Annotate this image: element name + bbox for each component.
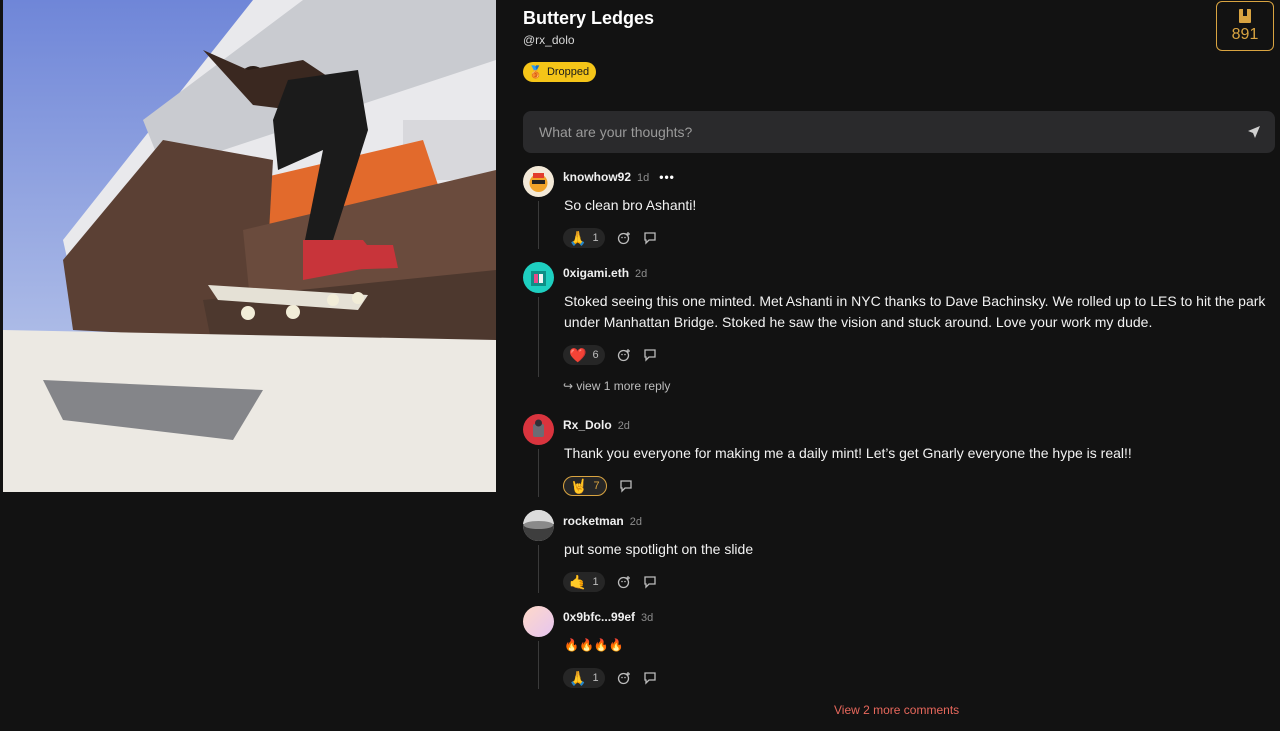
comment-item: knowhow92 1d ••• So clean bro Ashanti! 🙏 1 bbox=[523, 166, 1280, 256]
more-options-icon[interactable]: ••• bbox=[659, 170, 675, 184]
reaction-pill[interactable]: 🤙 1 bbox=[563, 572, 605, 592]
reaction-count: 1 bbox=[592, 672, 599, 684]
thread-line bbox=[538, 449, 539, 497]
post-author-handle[interactable]: @rx_dolo bbox=[523, 33, 575, 47]
comment-text: put some spotlight on the slide bbox=[564, 541, 754, 557]
reaction-pill[interactable]: 🤘 7 bbox=[563, 476, 607, 496]
reply-icon[interactable] bbox=[643, 348, 657, 362]
reaction-emoji: 🤙 bbox=[569, 574, 587, 590]
reaction-emoji: 🙏 bbox=[569, 670, 587, 686]
avatar[interactable] bbox=[523, 166, 554, 197]
reply-icon[interactable] bbox=[643, 231, 657, 245]
post-media-image[interactable] bbox=[3, 0, 496, 492]
add-reaction-icon[interactable] bbox=[617, 575, 631, 589]
comment-header: 0xigami.eth 2d bbox=[563, 266, 647, 280]
thread-line bbox=[538, 545, 539, 593]
comment-username[interactable]: Rx_Dolo bbox=[563, 418, 612, 432]
thread-line bbox=[538, 201, 539, 249]
mint-counter-button[interactable]: 891 bbox=[1216, 1, 1274, 51]
comment-username[interactable]: 0xigami.eth bbox=[563, 266, 629, 280]
comment-actions: 🤙 1 bbox=[563, 572, 657, 592]
reaction-pill[interactable]: 🙏 1 bbox=[563, 228, 605, 248]
comment-text: So clean bro Ashanti! bbox=[564, 197, 697, 213]
comment-text: 🔥🔥🔥🔥 bbox=[564, 638, 624, 652]
comment-header: Rx_Dolo 2d bbox=[563, 418, 630, 432]
comment-text: Thank you everyone for making me a daily… bbox=[564, 445, 1132, 461]
comment-header: 0x9bfc...99ef 3d bbox=[563, 610, 653, 624]
add-reaction-icon[interactable] bbox=[617, 231, 631, 245]
reply-icon[interactable] bbox=[643, 575, 657, 589]
avatar[interactable] bbox=[523, 414, 554, 445]
reaction-pill[interactable]: ❤️ 6 bbox=[563, 345, 605, 365]
comment-username[interactable]: knowhow92 bbox=[563, 170, 631, 184]
thread-line bbox=[538, 297, 539, 377]
skateboarder-photo bbox=[3, 0, 496, 492]
add-reaction-icon[interactable] bbox=[617, 671, 631, 685]
post-title: Buttery Ledges bbox=[523, 8, 655, 28]
comment-time: 3d bbox=[641, 612, 654, 624]
send-icon[interactable] bbox=[1247, 125, 1261, 139]
status-badge: 🥉 Dropped bbox=[523, 62, 597, 82]
comment-composer bbox=[523, 111, 1275, 153]
reaction-emoji: 🤘 bbox=[570, 478, 588, 494]
reaction-count: 6 bbox=[592, 349, 599, 361]
comment-time: 2d bbox=[629, 516, 642, 528]
mint-icon bbox=[1239, 8, 1251, 23]
comment-actions: 🤘 7 bbox=[563, 476, 633, 496]
reaction-emoji: 🙏 bbox=[569, 230, 587, 246]
avatar[interactable] bbox=[523, 262, 554, 293]
comment-time: 2d bbox=[635, 268, 648, 280]
comment-input[interactable] bbox=[537, 123, 1247, 141]
comment-item: rocketman 2d put some spotlight on the sl… bbox=[523, 510, 1280, 600]
reply-icon[interactable] bbox=[619, 479, 633, 493]
view-more-replies-link[interactable]: ↪ view 1 more reply bbox=[563, 379, 670, 393]
comment-item: Rx_Dolo 2d Thank you everyone for making … bbox=[523, 414, 1280, 504]
comment-time: 1d bbox=[637, 172, 650, 184]
comment-time: 2d bbox=[617, 420, 630, 432]
comment-username[interactable]: 0x9bfc...99ef bbox=[563, 610, 635, 624]
thread-line bbox=[538, 641, 539, 689]
reaction-emoji: ❤️ bbox=[569, 347, 587, 363]
add-reaction-icon[interactable] bbox=[617, 348, 631, 362]
reaction-count: 7 bbox=[593, 480, 600, 492]
avatar[interactable] bbox=[523, 510, 554, 541]
reply-icon[interactable] bbox=[643, 671, 657, 685]
status-badge-label: Dropped bbox=[546, 66, 590, 78]
comment-actions: ❤️ 6 bbox=[563, 345, 657, 365]
comment-actions: 🙏 1 bbox=[563, 228, 657, 248]
avatar[interactable] bbox=[523, 606, 554, 637]
comment-header: knowhow92 1d ••• bbox=[563, 170, 675, 184]
comment-text: Stoked seeing this one minted. Met Ashan… bbox=[564, 293, 1266, 330]
comment-header: rocketman 2d bbox=[563, 514, 642, 528]
comment-item: 0x9bfc...99ef 3d 🔥🔥🔥🔥 🙏 1 bbox=[523, 606, 1280, 696]
comment-item: 0xigami.eth 2d Stoked seeing this one min… bbox=[523, 262, 1280, 402]
view-more-comments-link[interactable]: View 2 more comments bbox=[834, 703, 959, 717]
comment-username[interactable]: rocketman bbox=[563, 514, 624, 528]
reaction-pill[interactable]: 🙏 1 bbox=[563, 668, 605, 688]
mint-count: 891 bbox=[1231, 25, 1259, 43]
reaction-count: 1 bbox=[592, 232, 599, 244]
comment-actions: 🙏 1 bbox=[563, 668, 657, 688]
medal-icon: 🥉 bbox=[528, 65, 543, 79]
reaction-count: 1 bbox=[592, 576, 599, 588]
